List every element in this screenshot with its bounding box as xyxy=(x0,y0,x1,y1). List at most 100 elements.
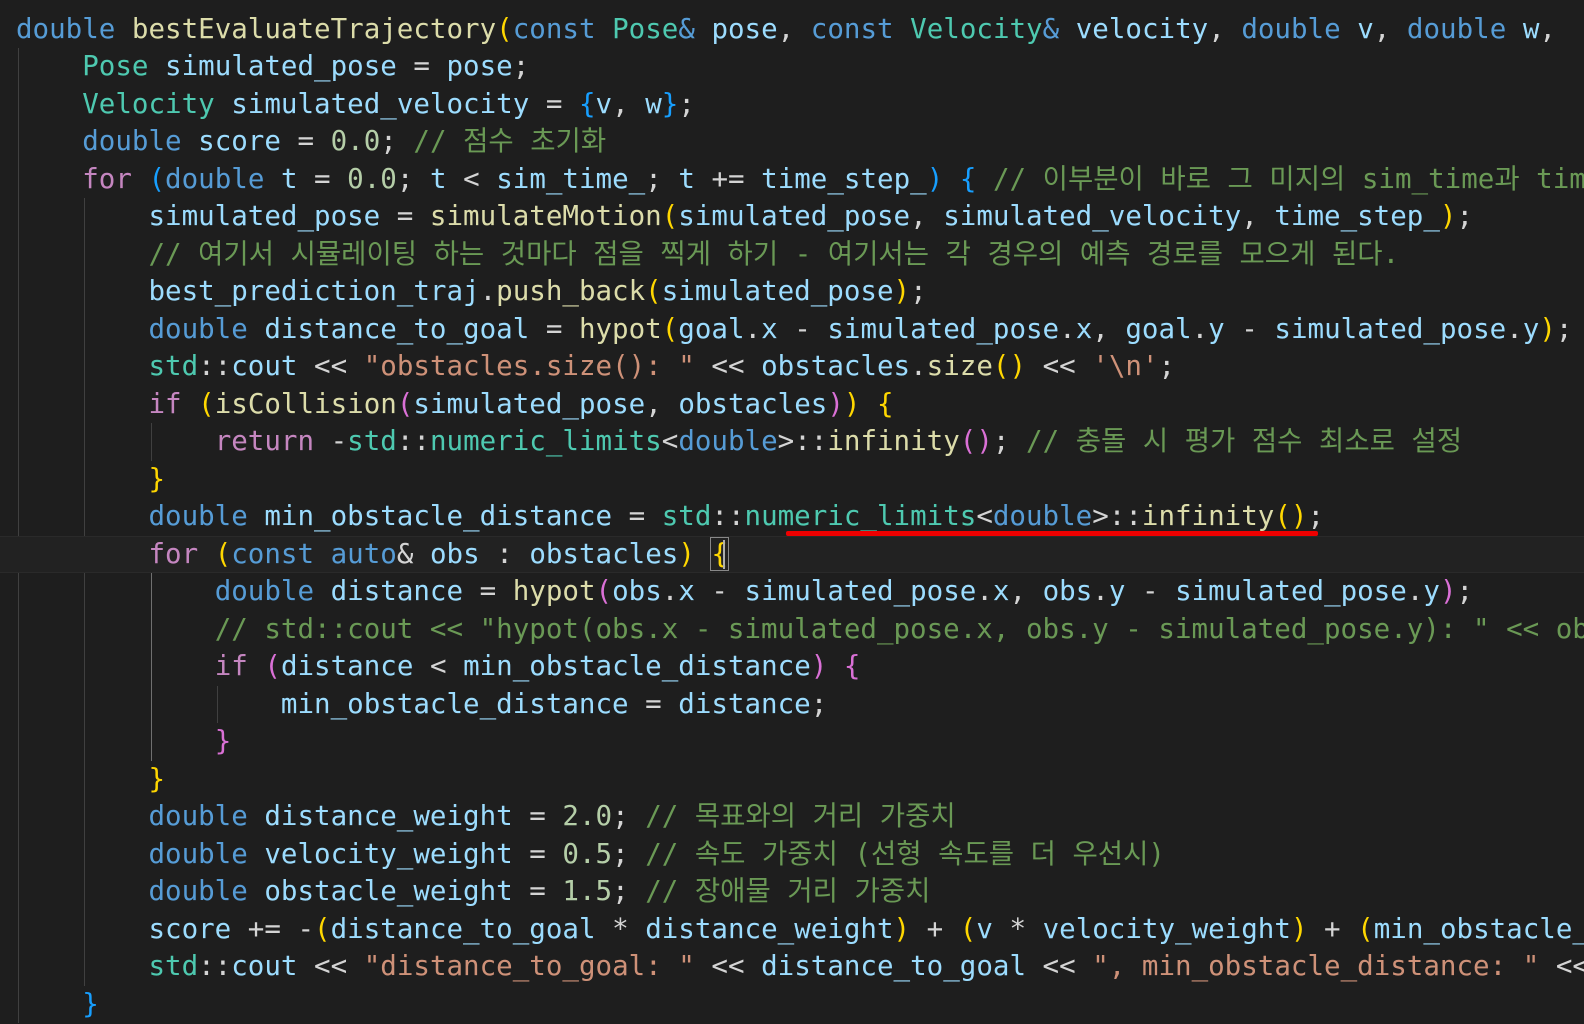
code-line[interactable]: for (const auto& obs : obstacles) { xyxy=(0,535,1584,573)
code-line[interactable]: double distance = hypot(obs.x - simulate… xyxy=(16,573,1473,611)
code-line[interactable]: score += -(distance_to_goal * distance_w… xyxy=(16,911,1584,949)
code-token: 0.0 xyxy=(347,162,397,195)
code-token: ( xyxy=(396,387,414,420)
code-token: & xyxy=(678,12,695,45)
code-token: min_obstacle_distance xyxy=(280,687,629,720)
code-line[interactable]: } xyxy=(16,723,232,761)
code-token: ; xyxy=(612,837,646,870)
code-token: } xyxy=(82,987,99,1020)
code-line[interactable]: if (distance < min_obstacle_distance) { xyxy=(16,648,861,686)
code-line[interactable]: double velocity_weight = 0.5; // 속도 가중치 … xyxy=(16,836,1165,874)
code-token: ; xyxy=(1456,575,1474,607)
code-line[interactable]: Velocity simulated_velocity = {v, w}; xyxy=(16,86,695,124)
code-line[interactable]: double score = 0.0; // 점수 초기화 xyxy=(16,123,606,161)
code-token: ; xyxy=(612,800,646,832)
code-token: infinity xyxy=(1141,500,1275,532)
code-editor[interactable]: double bestEvaluateTrajectory(const Pose… xyxy=(0,0,1584,1024)
code-token: obs xyxy=(612,575,662,607)
code-token: // 여기서 시뮬레이팅 하는 것마다 점을 찍게 하기 - 여기서는 각 경우… xyxy=(148,237,1400,270)
code-line[interactable]: double distance_to_goal = hypot(goal.x -… xyxy=(16,311,1572,349)
code-token: simulated_pose xyxy=(661,275,894,307)
code-line[interactable]: std::cout << "distance_to_goal: " << dis… xyxy=(16,948,1584,986)
code-token: + xyxy=(910,912,960,945)
code-line[interactable]: } xyxy=(16,461,165,499)
code-token: for xyxy=(82,162,132,195)
code-token: simulated_pose xyxy=(413,387,646,420)
code-line[interactable]: } xyxy=(16,986,99,1024)
code-token: y xyxy=(1108,575,1126,607)
code-line[interactable]: } xyxy=(16,761,165,799)
code-token: 2.0 xyxy=(562,800,613,832)
code-line[interactable]: if (isCollision(simulated_pose, obstacle… xyxy=(16,386,893,424)
code-token: double xyxy=(165,162,265,195)
code-token: ) xyxy=(893,912,911,945)
code-token: >:: xyxy=(777,425,828,457)
code-line[interactable]: double bestEvaluateTrajectory(const Pose… xyxy=(16,11,1573,49)
code-line[interactable]: double obstacle_weight = 1.5; // 장애물 거리 … xyxy=(16,873,930,911)
code-line[interactable]: for (double t = 0.0; t < sim_time_; t +=… xyxy=(16,161,1584,199)
code-token: ( xyxy=(148,162,166,195)
code-line[interactable]: // 여기서 시뮬레이팅 하는 것마다 점을 찍게 하기 - 여기서는 각 경우… xyxy=(16,236,1399,274)
code-token: obs xyxy=(429,537,480,570)
code-token: , xyxy=(612,87,646,120)
code-token: () xyxy=(1274,500,1308,532)
code-line[interactable]: return -std::numeric_limits<double>::inf… xyxy=(16,423,1462,461)
code-token: . xyxy=(1406,575,1424,607)
code-token: . xyxy=(1191,312,1209,345)
code-token: - xyxy=(1224,312,1275,345)
code-token: std xyxy=(347,425,397,457)
code-token: ; xyxy=(612,875,646,907)
code-token: = xyxy=(529,312,579,345)
code-token: velocity xyxy=(1075,12,1209,45)
code-token: double xyxy=(82,125,182,157)
code-token: ( xyxy=(661,312,679,345)
code-token: ) xyxy=(843,387,861,420)
code-token: simulated_pose xyxy=(744,575,977,607)
code-token: ) xyxy=(1290,912,1308,945)
code-token: - xyxy=(1125,575,1176,607)
code-token: << xyxy=(297,950,364,982)
code-token: distance_weight xyxy=(264,800,513,832)
code-token: "distance_to_goal: " xyxy=(363,950,695,982)
code-token: '\n' xyxy=(1092,350,1159,382)
code-line[interactable]: min_obstacle_distance = distance; xyxy=(16,686,827,724)
code-token: < xyxy=(446,162,497,195)
code-token: distance_weight xyxy=(645,912,894,945)
code-line[interactable]: best_prediction_traj.push_back(simulated… xyxy=(16,273,926,311)
code-token: = xyxy=(512,837,563,870)
code-token: // 충돌 시 평가 점수 최소로 설정 xyxy=(1026,425,1463,457)
code-token: const xyxy=(231,537,315,570)
code-token: double xyxy=(148,837,248,870)
code-token: ; xyxy=(512,50,530,82)
code-token: distance xyxy=(280,650,414,682)
code-token: = xyxy=(297,162,348,195)
code-line[interactable]: // std::cout << "hypot(obs.x - simulated… xyxy=(16,611,1584,649)
code-token: simulated_pose xyxy=(165,50,397,82)
code-line[interactable]: double min_obstacle_distance = std::nume… xyxy=(16,498,1324,536)
code-line[interactable]: simulated_pose = simulateMotion(simulate… xyxy=(16,198,1473,236)
code-token: 0.5 xyxy=(562,837,613,870)
code-line[interactable]: std::cout << "obstacles.size(): " << obs… xyxy=(16,348,1175,386)
code-token: } xyxy=(661,87,679,120)
code-token: score xyxy=(198,125,281,157)
code-line[interactable]: double distance_weight = 2.0; // 목표와의 거리… xyxy=(16,798,955,836)
code-token: obstacles xyxy=(678,387,828,420)
code-token: ) xyxy=(926,162,944,195)
code-token: . xyxy=(910,350,927,382)
code-line[interactable]: Pose simulated_pose = pose; xyxy=(16,48,529,86)
